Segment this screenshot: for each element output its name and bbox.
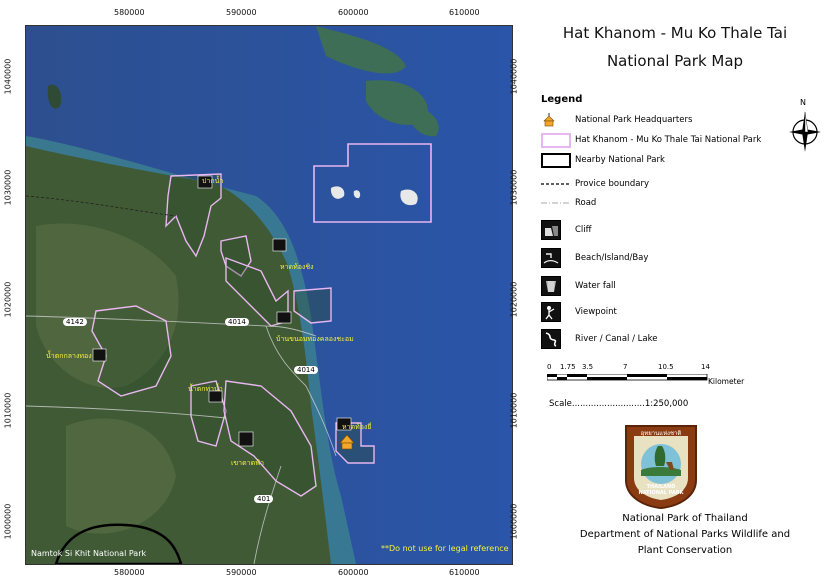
y-tick: 1010000	[3, 392, 13, 429]
x-tick: 580000	[114, 8, 145, 17]
y-tick: 1040000	[3, 58, 13, 95]
legend-item: Hat Khanom - Mu Ko Thale Tai National Pa…	[541, 132, 761, 148]
y-tick: 1030000	[509, 169, 519, 206]
legend-item: River / Canal / Lake	[541, 328, 657, 350]
road-number: 4142	[63, 318, 87, 326]
place-label: หาดท้องยี่	[342, 423, 372, 431]
legend-label: River / Canal / Lake	[575, 334, 658, 344]
cliff-icon	[541, 220, 561, 240]
map-page: ปากน้ำ หาดท้องชิง บ้านขนอมทองคลองชะอม น้…	[0, 0, 828, 585]
footer-line3: Plant Conservation	[637, 545, 733, 556]
y-tick: 1020000	[509, 281, 519, 318]
y-tick: 1000000	[3, 503, 13, 540]
place-label: บ้านขนอมทองคลองชะอม	[276, 335, 354, 343]
road-line	[541, 196, 571, 210]
viewpoint-icon	[541, 302, 561, 322]
y-tick: 1020000	[3, 281, 13, 318]
nearby-park-label: Namtok Si Khit National Park	[31, 549, 147, 558]
map-title-line1: Hat Khanom - Mu Ko Thale Tai	[562, 24, 788, 42]
national-park-logo: อุทยานแห่งชาติ THAILAND NATIONAL PARK	[620, 420, 702, 510]
legend-label: Beach/Island/Bay	[575, 253, 649, 263]
y-tick: 1010000	[509, 392, 519, 429]
place-label: น้ำตกท่าน้ำ	[188, 385, 223, 393]
park-boundary-swatch	[541, 132, 571, 148]
scale-tick: 7	[623, 363, 628, 371]
scale-tick: 3.5	[582, 363, 594, 371]
province-line	[541, 177, 571, 191]
logo-text-curve: NATIONAL PARK	[638, 490, 684, 496]
legend-heading: Legend	[541, 94, 583, 105]
north-label: N	[800, 98, 806, 107]
x-tick: 600000	[338, 8, 369, 17]
nearby-park-swatch	[541, 152, 571, 168]
scale-bar-graphic	[547, 374, 708, 381]
disclaimer: **Do not use for legal reference	[381, 544, 509, 553]
legend-label: Cliff	[575, 225, 592, 235]
x-tick: 600000	[338, 568, 369, 577]
place-label: เขาดาดฟ้า	[231, 459, 265, 467]
y-tick: 1000000	[509, 503, 519, 540]
road-number: 4014	[294, 366, 318, 374]
place-label: น้ำตกกลางทอง	[46, 352, 92, 360]
y-tick: 1030000	[3, 169, 13, 206]
legend-label: Hat Khanom - Mu Ko Thale Tai National Pa…	[575, 135, 762, 145]
x-tick: 610000	[449, 8, 480, 17]
waterfall-icon	[541, 276, 561, 296]
footer-line2: Department of National Parks Wildlife an…	[579, 529, 791, 540]
x-tick: 580000	[114, 568, 145, 577]
compass-icon	[789, 111, 821, 152]
headquarters-icon	[541, 113, 571, 127]
north-arrow: N	[785, 98, 825, 158]
footer-line1: National Park of Thailand	[622, 513, 748, 524]
legend-label: Nearby National Park	[575, 155, 665, 165]
y-tick: 1040000	[509, 58, 519, 95]
scale-unit: Kilometer	[708, 377, 745, 386]
road-number: 401	[254, 495, 274, 503]
legend-label: Water fall	[575, 281, 616, 291]
map-area[interactable]: ปากน้ำ หาดท้องชิง บ้านขนอมทองคลองชะอม น้…	[25, 25, 513, 565]
x-tick: 610000	[449, 568, 480, 577]
legend-item: Water fall	[541, 275, 616, 297]
satellite-map	[26, 26, 512, 564]
legend-label: Provice boundary	[575, 179, 649, 189]
place-label: ปากน้ำ	[202, 177, 224, 185]
river-icon	[541, 329, 561, 349]
legend-item: Cliff	[541, 219, 592, 241]
legend-item: Viewpoint	[541, 301, 617, 323]
legend-item: Road	[541, 195, 596, 211]
scale-tick: 14	[701, 363, 710, 371]
legend-item: National Park Headquarters	[541, 112, 692, 128]
legend-label: Road	[575, 198, 597, 208]
road-number: 4014	[225, 318, 249, 326]
legend-item: Provice boundary	[541, 176, 649, 192]
scale-tick: 1.75	[560, 363, 576, 371]
legend-item: Beach/Island/Bay	[541, 247, 648, 269]
logo-text-top: อุทยานแห่งชาติ	[640, 430, 682, 437]
scale-tick: 10.5	[658, 363, 674, 371]
legend-label: National Park Headquarters	[575, 115, 693, 125]
place-label: หาดท้องชิง	[280, 263, 314, 271]
scale-ratio: Scale...........................1:250,00…	[549, 399, 689, 409]
map-title-line2: National Park Map	[606, 52, 744, 70]
x-tick: 590000	[226, 8, 257, 17]
legend-item: Nearby National Park	[541, 152, 665, 168]
legend-label: Viewpoint	[575, 307, 617, 317]
beach-icon	[541, 248, 561, 268]
scale-tick: 0	[547, 363, 552, 371]
x-tick: 590000	[226, 568, 257, 577]
